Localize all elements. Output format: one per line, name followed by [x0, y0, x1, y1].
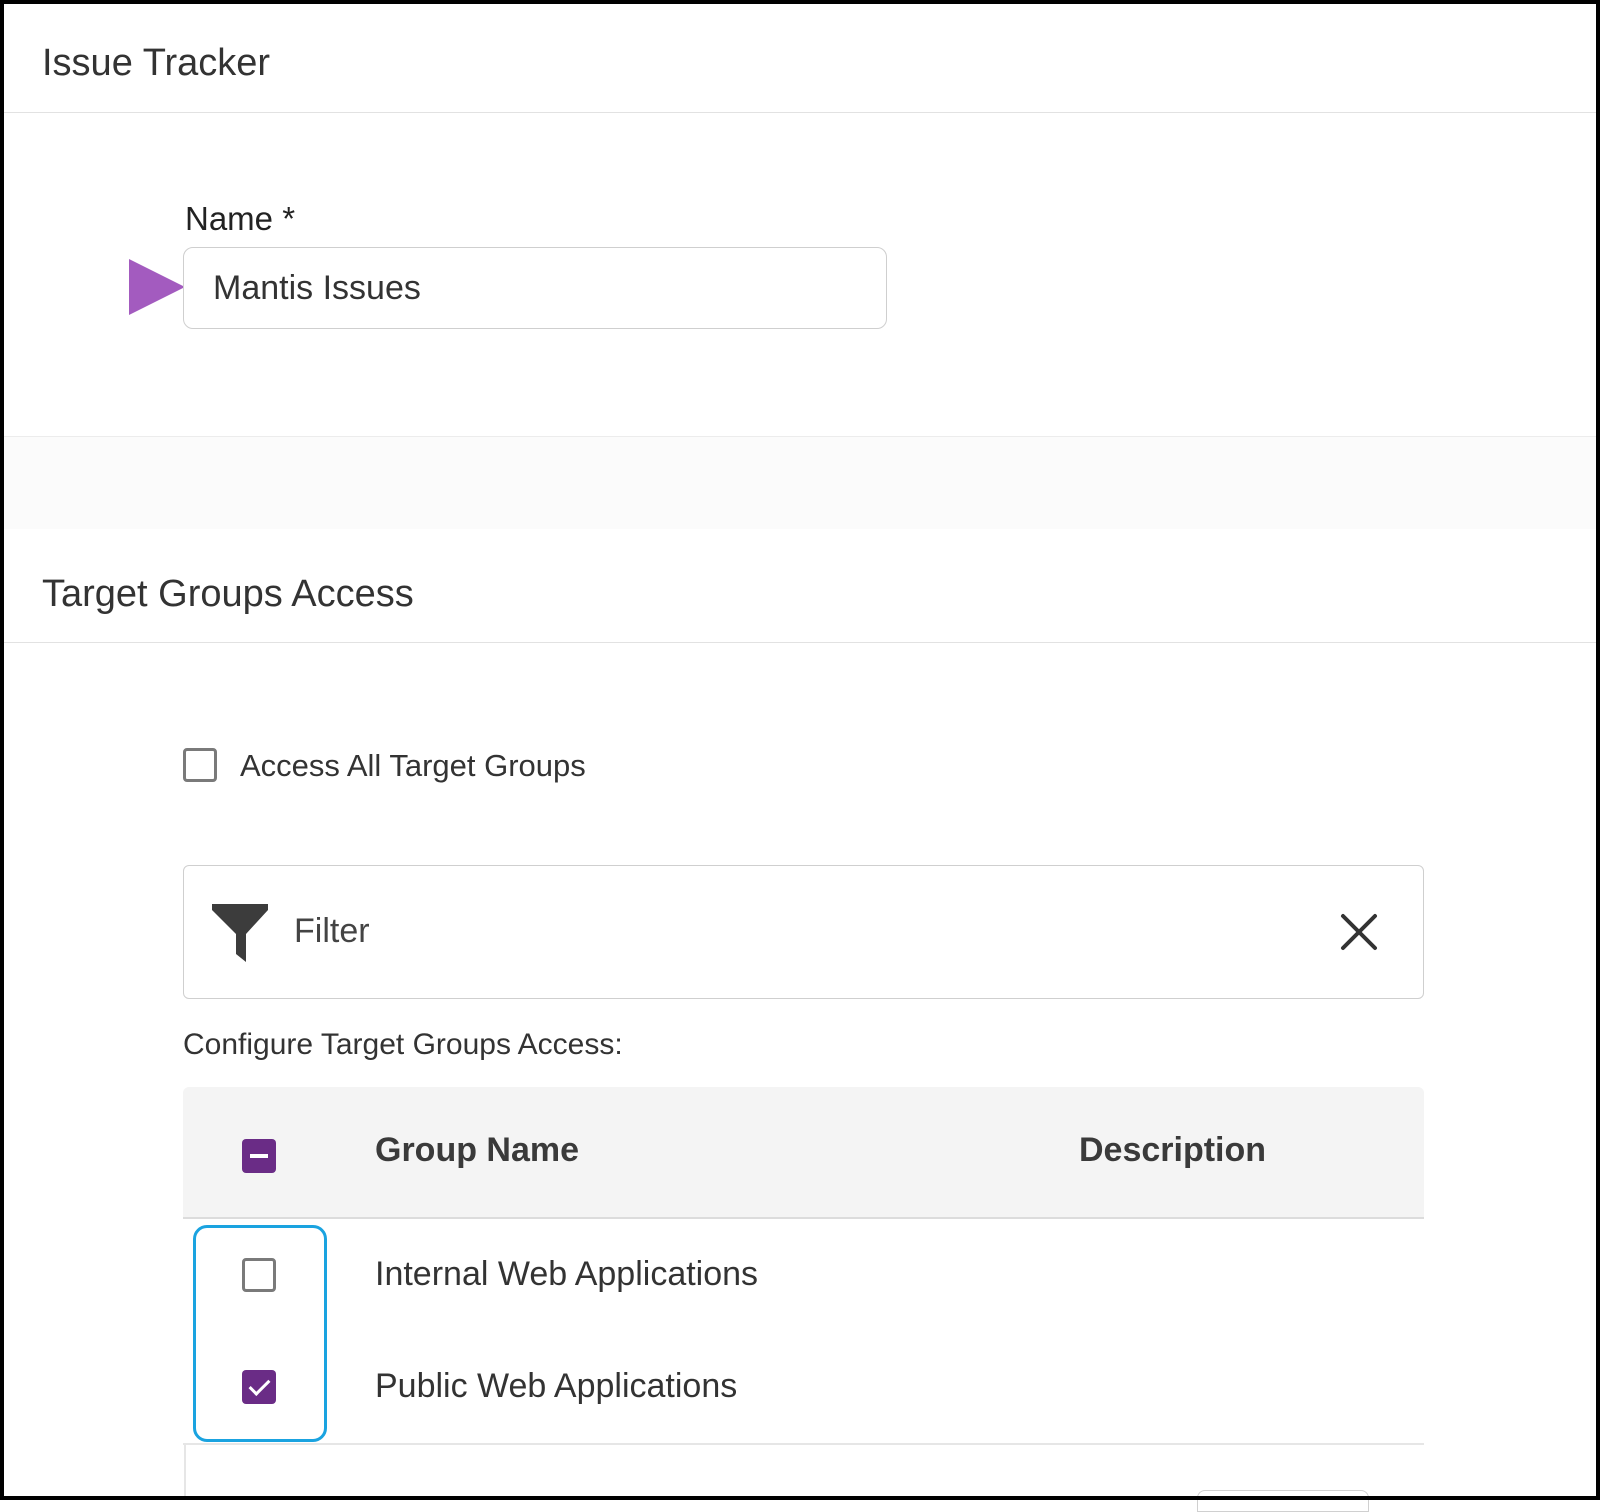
target-groups-header: Target Groups Access — [4, 529, 1596, 643]
table-header: Group Name Description — [183, 1087, 1424, 1219]
column-header-description[interactable]: Description — [1079, 1131, 1266, 1170]
target-groups-table: Group Name Description Internal Web Appl… — [183, 1087, 1424, 1500]
column-header-group-name[interactable]: Group Name — [375, 1131, 579, 1170]
close-icon[interactable] — [1339, 912, 1379, 952]
table-border — [184, 1444, 186, 1500]
filter-input[interactable] — [294, 896, 1194, 966]
issue-tracker-header: Issue Tracker — [4, 4, 1596, 113]
select-all-checkbox[interactable] — [242, 1139, 276, 1173]
group-name-cell: Internal Web Applications — [375, 1255, 759, 1293]
arrow-pointer-icon — [129, 259, 185, 315]
access-all-checkbox[interactable] — [183, 748, 217, 782]
target-groups-title: Target Groups Access — [42, 573, 414, 615]
configure-label: Configure Target Groups Access: — [183, 1028, 623, 1061]
name-input[interactable] — [183, 247, 887, 329]
access-all-label: Access All Target Groups — [240, 748, 586, 783]
partial-button[interactable] — [1197, 1490, 1369, 1512]
name-label: Name * — [185, 200, 296, 237]
issue-tracker-title: Issue Tracker — [42, 42, 271, 84]
table-row[interactable]: Public Web Applications — [183, 1331, 1424, 1445]
funnel-icon — [212, 904, 268, 962]
table-row[interactable]: Internal Web Applications — [183, 1219, 1424, 1333]
filter-box — [183, 865, 1424, 999]
section-divider — [4, 436, 1596, 530]
group-name-cell: Public Web Applications — [375, 1367, 738, 1405]
checkbox-highlight-annotation — [193, 1225, 327, 1442]
